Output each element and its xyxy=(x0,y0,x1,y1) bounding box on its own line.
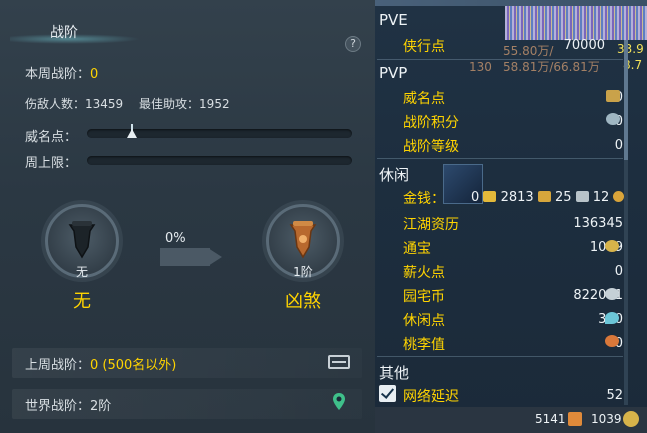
row-label-dengji: 战阶等级 xyxy=(403,139,459,155)
kills-label: 伤敌人数： xyxy=(25,97,86,111)
help-icon[interactable]: ? xyxy=(345,36,361,52)
row-value-xiaxing: 70000 xyxy=(563,38,605,53)
rank-points-icon xyxy=(606,113,620,125)
location-pin-icon[interactable] xyxy=(332,392,346,412)
money-value-2: 2813 xyxy=(500,190,534,205)
section-other: 其他 xyxy=(379,364,410,382)
row-value-dengji: 0 xyxy=(614,138,623,153)
last-week-row: 上周战阶：0 (500名以外) xyxy=(25,354,176,373)
row-value-jianghu: 136345 xyxy=(573,216,623,231)
battle-rank-panel: 战阶 ? 本周战阶：0 伤敌人数：13459 最佳助攻：1952 威名点： 周上… xyxy=(0,0,375,433)
current-medal-label: 无 xyxy=(75,265,88,279)
world-rank-label: 世界战阶： xyxy=(25,399,91,414)
row-label-jifen: 战阶积分 xyxy=(403,115,459,131)
weekly-rank-value: 0 xyxy=(90,67,99,82)
row-value-xinhuo: 0 xyxy=(614,264,623,279)
footer-coin-icon xyxy=(623,411,639,427)
progress-arrow-icon xyxy=(160,248,210,266)
house-coin-icon xyxy=(605,288,619,300)
footer-value-1: 5141 xyxy=(535,412,566,426)
row-label-xinhuo: 薪火点 xyxy=(403,265,445,281)
footer-token-icon xyxy=(568,412,582,426)
panel-title-bar: 战阶 ? xyxy=(0,12,375,52)
row-value-wangluo: 52 xyxy=(606,388,623,403)
gold-coin-icon xyxy=(537,191,551,202)
weekly-rank-row: 本周战阶：0 xyxy=(25,63,98,82)
footer-bar: 5141 1039 xyxy=(375,407,647,433)
money-values: 0 2813 25 12 xyxy=(471,190,625,205)
divider xyxy=(377,356,623,357)
weekly-cap-progress-bar xyxy=(87,156,352,165)
section-pve: PVE xyxy=(379,11,408,29)
prestige-marker-icon xyxy=(127,129,137,138)
leaf-icon xyxy=(605,312,619,324)
scroll-thumb[interactable] xyxy=(624,40,628,160)
kills-value: 13459 xyxy=(85,97,124,111)
network-latency-checkbox[interactable] xyxy=(379,385,396,402)
treasure-chest-icon[interactable] xyxy=(328,355,350,369)
footer-value-2: 1039 xyxy=(591,412,622,426)
weekly-rank-label: 本周战阶： xyxy=(25,67,91,82)
money-value-3: 25 xyxy=(554,190,572,205)
best-assist-label: 最佳助攻： xyxy=(139,97,200,111)
section-leisure: 休闲 xyxy=(379,166,410,184)
overlay-text-b: 58.81万/66.81万 xyxy=(503,60,600,74)
weekly-cap-label: 周上限： xyxy=(25,156,78,171)
row-label-xiuxian: 休闲点 xyxy=(403,313,445,329)
prestige-label: 威名点： xyxy=(25,130,78,145)
world-rank-value: 2阶 xyxy=(90,399,112,414)
row-label-wangluo: 网络延迟 xyxy=(403,389,459,405)
rank-progress-percent: 0% xyxy=(165,231,186,246)
peach-icon xyxy=(605,335,619,347)
next-rank-name: 凶煞 xyxy=(285,291,321,312)
row-label-weiming: 威名点 xyxy=(403,91,445,107)
next-medal-label: 1阶 xyxy=(293,265,313,279)
last-week-label: 上周战阶： xyxy=(25,358,91,373)
row-label-taoli: 桃李值 xyxy=(403,337,445,353)
combat-stats-row: 伤敌人数：13459 最佳助攻：1952 xyxy=(25,95,230,112)
best-assist-value: 1952 xyxy=(199,97,230,111)
overlay-text-d: 33.9 xyxy=(617,42,644,56)
row-label-xiaxing: 侠行点 xyxy=(403,39,445,55)
silver-ingot-icon xyxy=(575,191,589,202)
money-value-1: 0 xyxy=(471,190,480,205)
row-label-jianghu: 江湖资历 xyxy=(403,217,459,233)
last-week-value: 0 (500名以外) xyxy=(90,358,177,373)
current-rank-name: 无 xyxy=(73,291,91,312)
divider xyxy=(377,158,623,159)
tongbao-coin-icon xyxy=(605,240,619,252)
row-label-yuanzhai: 园宅币 xyxy=(403,289,445,305)
overlay-text-a: 55.80万/ xyxy=(503,44,554,58)
panel-title: 战阶 xyxy=(50,25,78,41)
row-label-jinqian: 金钱： xyxy=(403,191,445,207)
background-texture xyxy=(505,6,647,40)
world-rank-row: 世界战阶：2阶 xyxy=(25,395,111,414)
row-label-tongbao: 通宝 xyxy=(403,241,431,257)
money-value-4: 12 xyxy=(592,190,610,205)
copper-coin-icon xyxy=(613,191,625,202)
divider xyxy=(377,59,623,60)
section-pvp: PVP xyxy=(379,64,408,82)
currency-list-panel: 55.80万/ 58.81万/66.81万 130 33.9 8.7 PVE 侠… xyxy=(375,0,647,433)
overlay-text-c: 130 xyxy=(469,60,492,74)
gold-ingot-icon xyxy=(483,191,497,202)
progress-arrow-head xyxy=(208,248,222,266)
prestige-token-icon xyxy=(606,90,620,102)
